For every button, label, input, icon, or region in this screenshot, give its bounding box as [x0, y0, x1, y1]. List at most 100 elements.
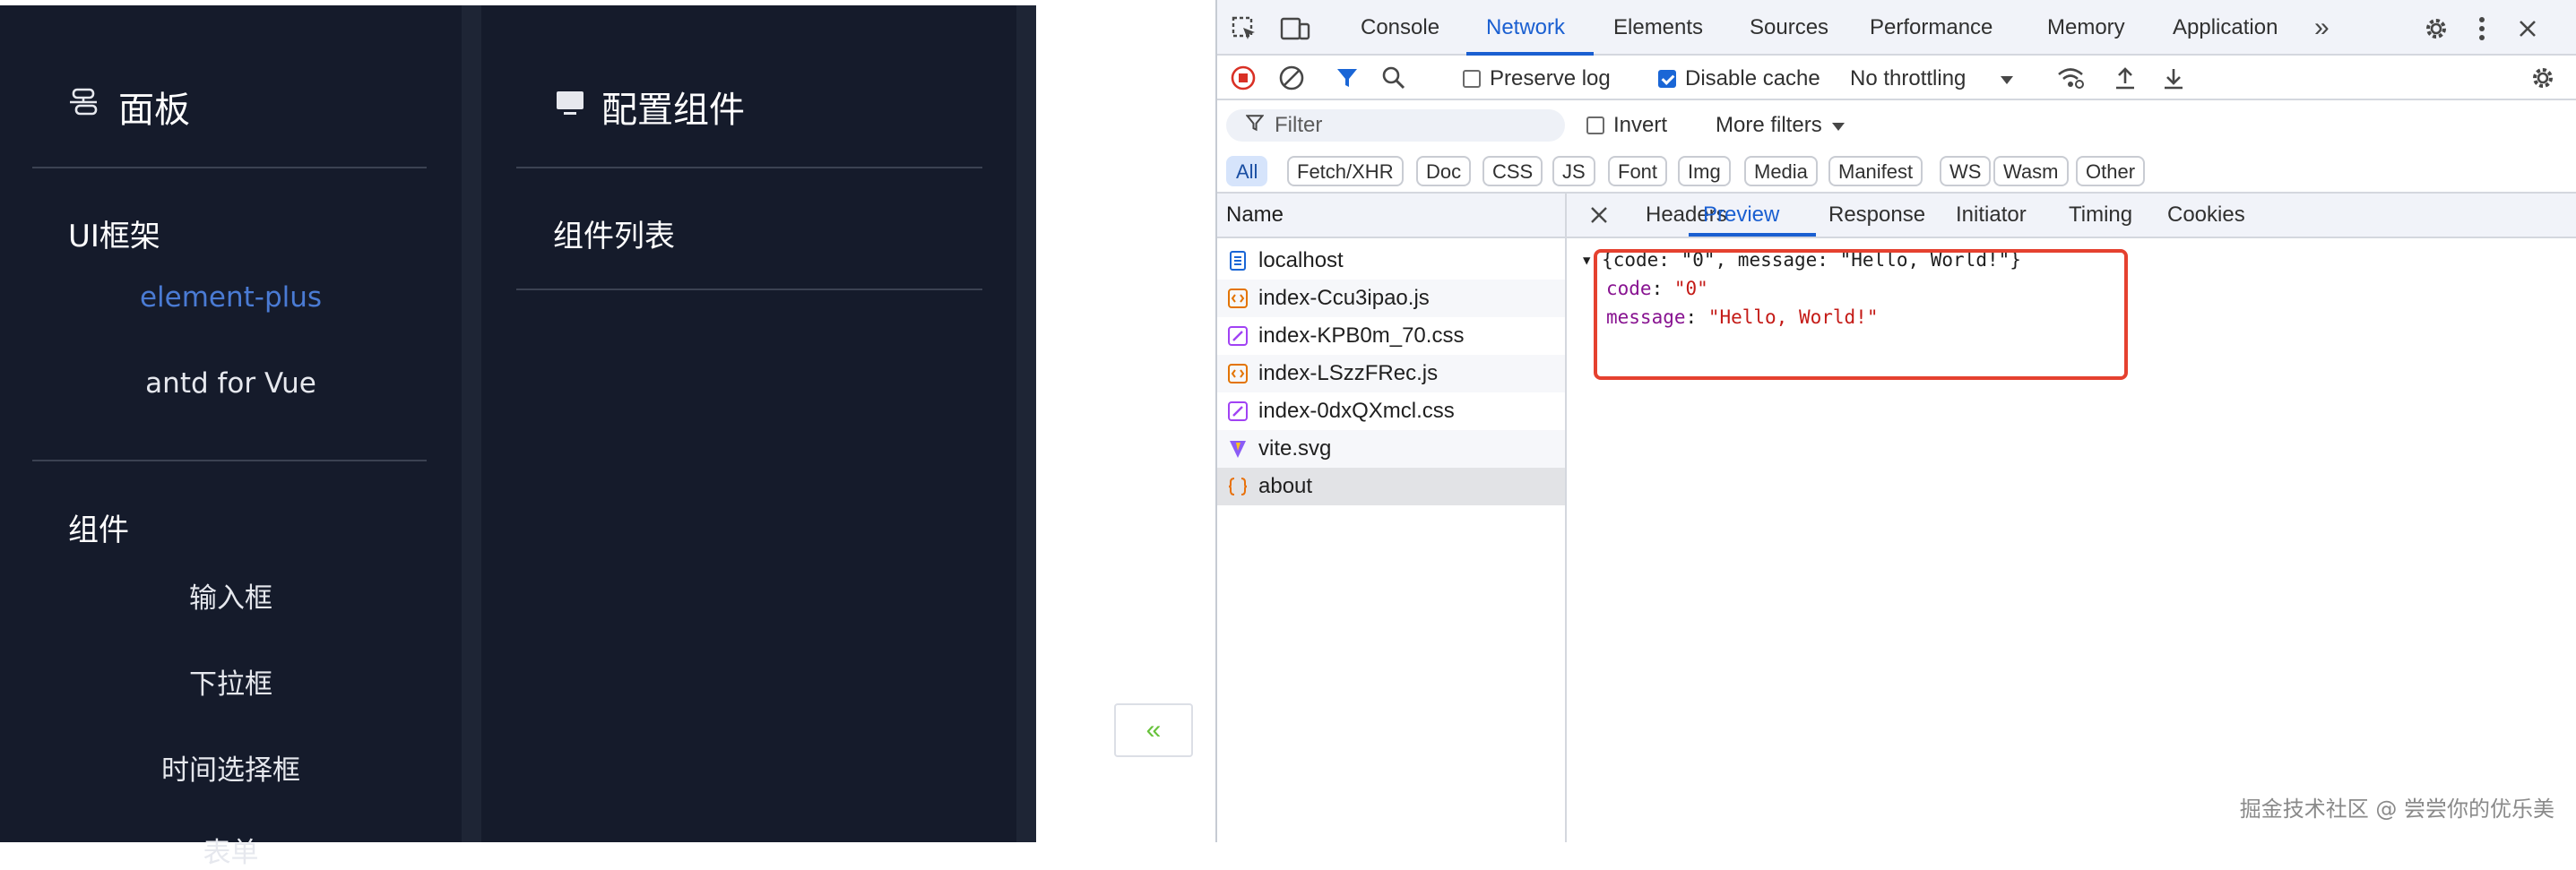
filter-placeholder: Filter — [1275, 113, 1323, 137]
navigation-sidebar: 面板 UI框架 element-plus antd for Vue 组件 输入框… — [0, 5, 462, 869]
component-list-title: 组件列表 — [553, 219, 675, 254]
script-icon — [1228, 364, 1248, 383]
collapse-button[interactable]: « — [1114, 703, 1193, 757]
dropdown-arrow-icon — [1831, 113, 1846, 138]
menu-item-time-picker[interactable]: 时间选择框 — [0, 747, 462, 788]
active-detail-tab-indicator — [1689, 233, 1816, 237]
detail-tab-cookies[interactable]: Cookies — [2167, 194, 2245, 237]
disable-cache-label: Disable cache — [1685, 66, 1820, 90]
type-filter-all[interactable]: All — [1226, 156, 1268, 186]
request-name: index-Ccu3ipao.js — [1258, 286, 1430, 310]
request-name: index-0dxQXmcl.css — [1258, 399, 1455, 423]
filter-funnel-icon[interactable] — [1334, 65, 1361, 91]
resource-type-filters: All Fetch/XHR Doc CSS JS Font Img Media … — [1217, 151, 2576, 194]
request-row[interactable]: index-KPB0m_70.css — [1217, 317, 1565, 355]
checkbox-box-checked[interactable] — [1658, 70, 1676, 88]
type-filter-img[interactable]: Img — [1678, 156, 1731, 186]
script-icon — [1228, 289, 1248, 308]
tab-sources[interactable]: Sources — [1750, 0, 1828, 56]
disable-cache-checkbox[interactable]: Disable cache — [1658, 66, 1820, 91]
checkbox-box[interactable] — [1586, 116, 1604, 134]
document-icon — [1228, 251, 1248, 271]
request-row[interactable]: index-Ccu3ipao.js — [1217, 280, 1565, 317]
detail-tab-initiator[interactable]: Initiator — [1956, 194, 2027, 237]
invert-checkbox[interactable]: Invert — [1586, 113, 1667, 138]
device-toolbar-icon[interactable] — [1280, 14, 1310, 43]
type-filter-ws[interactable]: WS — [1940, 156, 1992, 186]
type-filter-media[interactable]: Media — [1744, 156, 1818, 186]
type-filter-wasm[interactable]: Wasm — [1993, 156, 2069, 186]
export-har-icon[interactable] — [2160, 65, 2187, 91]
stylesheet-icon — [1228, 401, 1248, 421]
preserve-log-label: Preserve log — [1490, 66, 1611, 90]
menu-item-select[interactable]: 下拉框 — [0, 661, 462, 702]
request-name: vite.svg — [1258, 436, 1332, 461]
network-conditions-icon[interactable] — [2056, 65, 2085, 91]
watermark: 掘金技术社区 @ 尝尝你的优乐美 — [2239, 797, 2554, 822]
more-tabs-icon[interactable]: » — [2314, 0, 2330, 56]
dropdown-arrow-icon — [2000, 66, 2014, 91]
stylesheet-icon — [1228, 326, 1248, 346]
tab-network[interactable]: Network — [1486, 0, 1565, 56]
detail-tab-response[interactable]: Response — [1828, 194, 1925, 237]
panel-icon — [66, 84, 102, 129]
network-toolbar: Preserve log Disable cache No throttling — [1217, 56, 2576, 100]
import-har-icon[interactable] — [2112, 65, 2139, 91]
network-settings-gear-icon[interactable] — [2529, 65, 2556, 91]
throttling-select[interactable]: No throttling — [1850, 66, 2014, 91]
request-name: index-LSzzFRec.js — [1258, 361, 1439, 385]
framework-group-title: UI框架 — [68, 219, 160, 254]
tab-console[interactable]: Console — [1361, 0, 1439, 56]
request-row[interactable]: index-LSzzFRec.js — [1217, 355, 1565, 392]
type-filter-other[interactable]: Other — [2076, 156, 2146, 186]
search-icon[interactable] — [1380, 65, 1407, 91]
preserve-log-checkbox[interactable]: Preserve log — [1463, 66, 1611, 91]
type-filter-manifest[interactable]: Manifest — [1828, 156, 1923, 186]
request-row-selected[interactable]: about — [1217, 468, 1565, 505]
kebab-menu-icon[interactable] — [2472, 14, 2492, 43]
tab-memory[interactable]: Memory — [2047, 0, 2125, 56]
config-header: 配置组件 — [555, 81, 745, 133]
menu-item-form[interactable]: 表单 — [0, 830, 462, 870]
more-filters-dropdown[interactable]: More filters — [1716, 113, 1846, 138]
divider — [516, 167, 982, 168]
inspect-element-icon[interactable] — [1230, 14, 1258, 43]
expand-triangle-icon[interactable]: ▼ — [1583, 254, 1590, 268]
type-filter-doc[interactable]: Doc — [1416, 156, 1472, 186]
close-detail-icon[interactable] — [1588, 204, 1610, 226]
vite-logo-icon — [1228, 439, 1248, 459]
content-gutter — [1016, 5, 1036, 842]
filter-bar: Filter Invert More filters — [1217, 100, 2576, 151]
request-row[interactable]: localhost — [1217, 242, 1565, 280]
divider — [516, 289, 982, 290]
panel-header: 面板 — [66, 81, 190, 133]
settings-gear-icon[interactable] — [2422, 14, 2451, 43]
type-filter-js[interactable]: JS — [1552, 156, 1595, 186]
close-devtools-icon[interactable] — [2513, 14, 2542, 43]
sidebar-gutter — [462, 5, 481, 842]
request-row[interactable]: index-0dxQXmcl.css — [1217, 392, 1565, 430]
column-header-name[interactable]: Name — [1217, 194, 1565, 238]
tab-application[interactable]: Application — [2173, 0, 2278, 56]
request-row[interactable]: vite.svg — [1217, 430, 1565, 468]
type-filter-font[interactable]: Font — [1608, 156, 1668, 186]
menu-item-element-plus[interactable]: element-plus — [0, 281, 462, 314]
filter-input[interactable]: Filter — [1226, 109, 1565, 142]
tab-performance[interactable]: Performance — [1870, 0, 1993, 56]
detail-tab-timing[interactable]: Timing — [2069, 194, 2132, 237]
type-filter-fetch-xhr[interactable]: Fetch/XHR — [1287, 156, 1404, 186]
menu-item-antd-vue[interactable]: antd for Vue — [0, 367, 462, 400]
panel-title: 面板 — [118, 90, 190, 131]
request-name: about — [1258, 474, 1313, 498]
tab-elements[interactable]: Elements — [1613, 0, 1703, 56]
menu-item-input[interactable]: 输入框 — [0, 575, 462, 616]
record-stop-icon[interactable] — [1230, 65, 1257, 91]
detail-tab-preview[interactable]: Preview — [1703, 194, 1779, 237]
filter-funnel-icon — [1245, 113, 1265, 138]
type-filter-css[interactable]: CSS — [1482, 156, 1543, 186]
throttling-value: No throttling — [1850, 66, 1967, 90]
clear-icon[interactable] — [1278, 65, 1305, 91]
invert-label: Invert — [1613, 113, 1668, 137]
devtools-tab-bar: Console Network Elements Sources Perform… — [1217, 0, 2576, 56]
checkbox-box[interactable] — [1463, 70, 1481, 88]
